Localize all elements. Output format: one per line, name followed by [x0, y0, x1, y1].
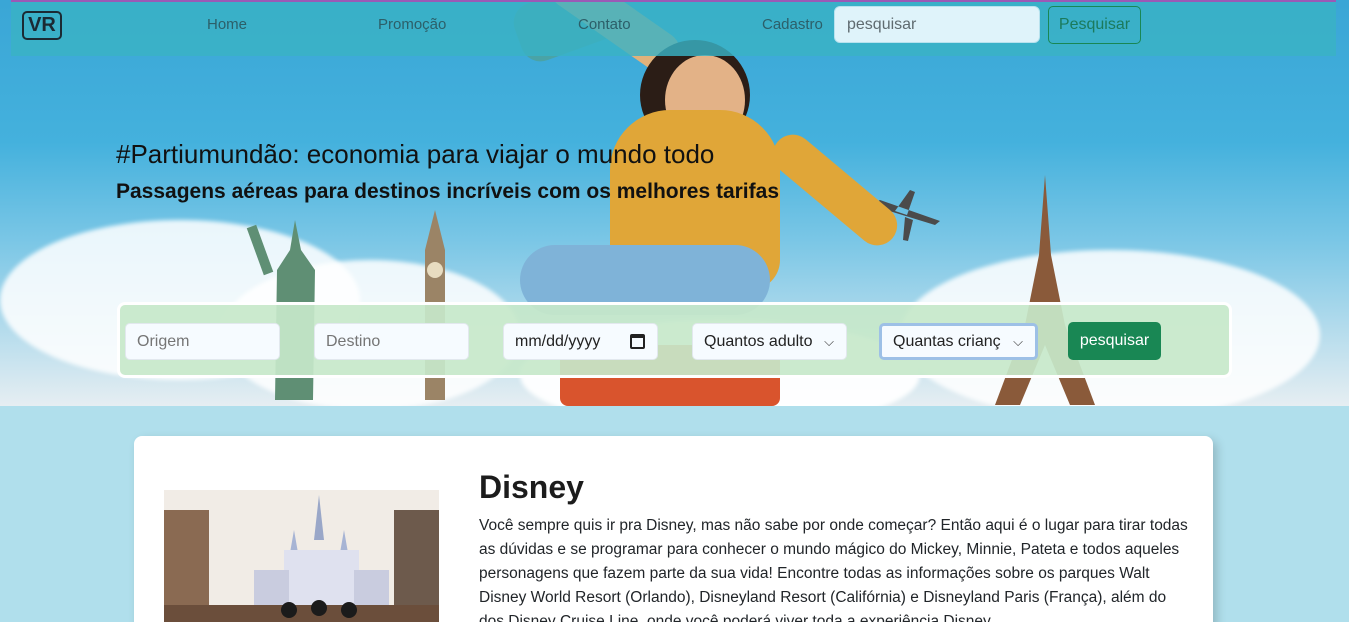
destination-input[interactable] [314, 323, 469, 360]
card-title: Disney [479, 469, 584, 505]
chevron-down-icon: ⌵ [824, 334, 834, 349]
search-flights-button[interactable]: pesquisar [1068, 322, 1161, 360]
flight-search-form: mm/dd/yyyy Quantos adulto ⌵ Quantas cria… [117, 302, 1232, 378]
adults-select[interactable]: Quantos adulto ⌵ [692, 323, 847, 360]
disney-castle-image [164, 490, 439, 622]
logo[interactable]: VR [22, 11, 62, 40]
nav-link-promocao[interactable]: Promoção [378, 16, 446, 33]
chevron-down-icon: ⌵ [1013, 334, 1023, 349]
children-select-value: Quantas crianç [893, 333, 1001, 350]
date-input[interactable]: mm/dd/yyyy [503, 323, 658, 360]
search-button[interactable]: Pesquisar [1048, 6, 1141, 44]
card-description: Você sempre quis ir pra Disney, mas não … [479, 517, 1188, 622]
origin-input[interactable] [125, 323, 280, 360]
children-select[interactable]: Quantas crianç ⌵ [879, 323, 1038, 360]
adults-select-value: Quantos adulto [704, 333, 813, 350]
nav-link-cadastro[interactable]: Cadastro [762, 16, 823, 33]
hero-title: #Partiumundão: economia para viajar o mu… [116, 139, 715, 169]
nav-link-contato[interactable]: Contato [578, 16, 631, 33]
destination-card: Disney Você sempre quis ir pra Disney, m… [134, 436, 1213, 622]
nav-link-home[interactable]: Home [207, 16, 247, 33]
hero-subtitle: Passagens aéreas para destinos incríveis… [116, 180, 779, 203]
hero-banner: #Partiumundão: economia para viajar o mu… [0, 0, 1349, 406]
calendar-icon[interactable] [630, 334, 645, 349]
date-placeholder: mm/dd/yyyy [515, 333, 601, 350]
navbar: VR Home Promoção Contato Cadastro Pesqui… [11, 0, 1336, 56]
search-input[interactable] [834, 6, 1040, 43]
